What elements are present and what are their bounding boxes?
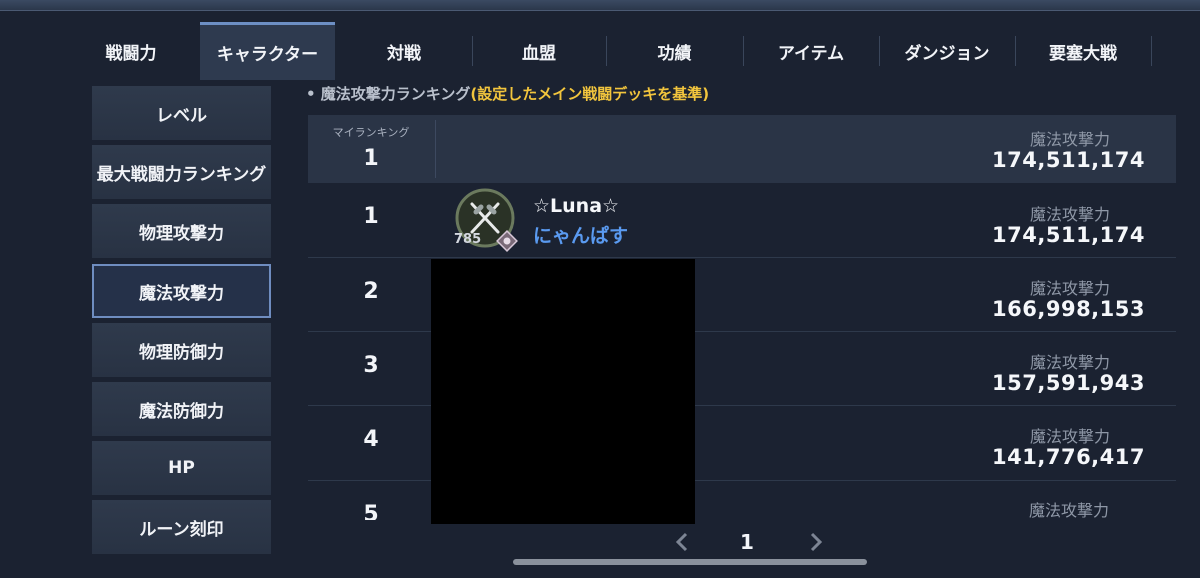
stat-value: 174,511,174 (992, 223, 1145, 247)
stat-value: 166,998,153 (992, 297, 1145, 321)
tab-divider (1015, 36, 1016, 66)
tab-fortress-war[interactable]: 要塞大戦 (1017, 22, 1149, 80)
rank-number: 1 (363, 204, 379, 229)
sidebar-item-rune-engraving[interactable]: ルーン刻印 (92, 500, 271, 554)
stat-label: 魔法攻撃力 (1029, 427, 1110, 446)
chevron-right-icon[interactable] (808, 531, 824, 553)
section-title: • 魔法攻撃力ランキング(設定したメイン戦闘デッキを基準) (306, 83, 709, 104)
stat-label: 魔法攻撃力 (1028, 501, 1109, 520)
tab-divider (472, 36, 473, 66)
tab-character[interactable]: キャラクター (200, 22, 335, 80)
stat-label: 魔法攻撃力 (1029, 353, 1110, 372)
home-indicator[interactable] (513, 559, 867, 565)
my-ranking-divider (435, 120, 436, 178)
tab-dungeon[interactable]: ダンジョン (881, 22, 1013, 80)
tab-divider (1151, 36, 1152, 66)
tab-achievement[interactable]: 功績 (608, 22, 741, 80)
stat-label: 魔法攻撃力 (1029, 205, 1110, 224)
tab-divider (879, 36, 880, 66)
stat-label: 魔法攻撃力 (1029, 279, 1110, 298)
sidebar-item-magic-defense[interactable]: 魔法防御力 (92, 382, 271, 436)
redacted-block (431, 259, 695, 524)
player-name[interactable]: ☆Luna☆ (533, 195, 619, 217)
guild-name[interactable]: にゃんぱす (533, 221, 628, 248)
class-emblem-icon (496, 230, 518, 252)
rank-number: 5 (363, 502, 379, 520)
sidebar-item-physical-attack[interactable]: 物理攻撃力 (92, 204, 271, 258)
section-title-note: (設定したメイン戦闘デッキを基準) (470, 85, 710, 103)
tab-combat-power[interactable]: 戦闘力 (75, 22, 187, 80)
tab-divider (743, 36, 744, 66)
tab-divider (606, 36, 607, 66)
sidebar-item-hp[interactable]: HP (92, 441, 271, 495)
page-number: 1 (740, 530, 754, 554)
player-level: 785 (454, 232, 482, 247)
tab-clan[interactable]: 血盟 (474, 22, 604, 80)
row-divider (308, 257, 1176, 258)
rank-number: 4 (363, 427, 379, 452)
my-ranking-stat-label: 魔法攻撃力 (1029, 130, 1110, 149)
tab-bar: 戦闘力 キャラクター 対戦 血盟 功績 アイテム ダンジョン 要塞大戦 (0, 22, 1200, 80)
chevron-left-icon[interactable] (674, 531, 690, 553)
sidebar-item-level[interactable]: レベル (92, 86, 271, 140)
stat-value: 141,776,417 (992, 445, 1145, 469)
top-header-bar (0, 0, 1200, 11)
tab-item[interactable]: アイテム (745, 22, 877, 80)
my-ranking-stat-value: 174,511,174 (992, 148, 1145, 172)
rank-number: 3 (363, 353, 379, 378)
my-ranking-label: マイランキング (332, 126, 410, 139)
section-title-text: • 魔法攻撃力ランキング (306, 85, 471, 103)
stat-value: 157,591,943 (992, 371, 1145, 395)
rank-number: 2 (363, 279, 379, 304)
sidebar-item-magic-attack[interactable]: 魔法攻撃力 (92, 264, 271, 318)
sidebar-item-physical-defense[interactable]: 物理防御力 (92, 323, 271, 377)
tab-pvp[interactable]: 対戦 (338, 22, 470, 80)
sidebar-item-max-combat-power[interactable]: 最大戦闘力ランキング (92, 145, 271, 199)
my-ranking-number: 1 (363, 146, 379, 171)
